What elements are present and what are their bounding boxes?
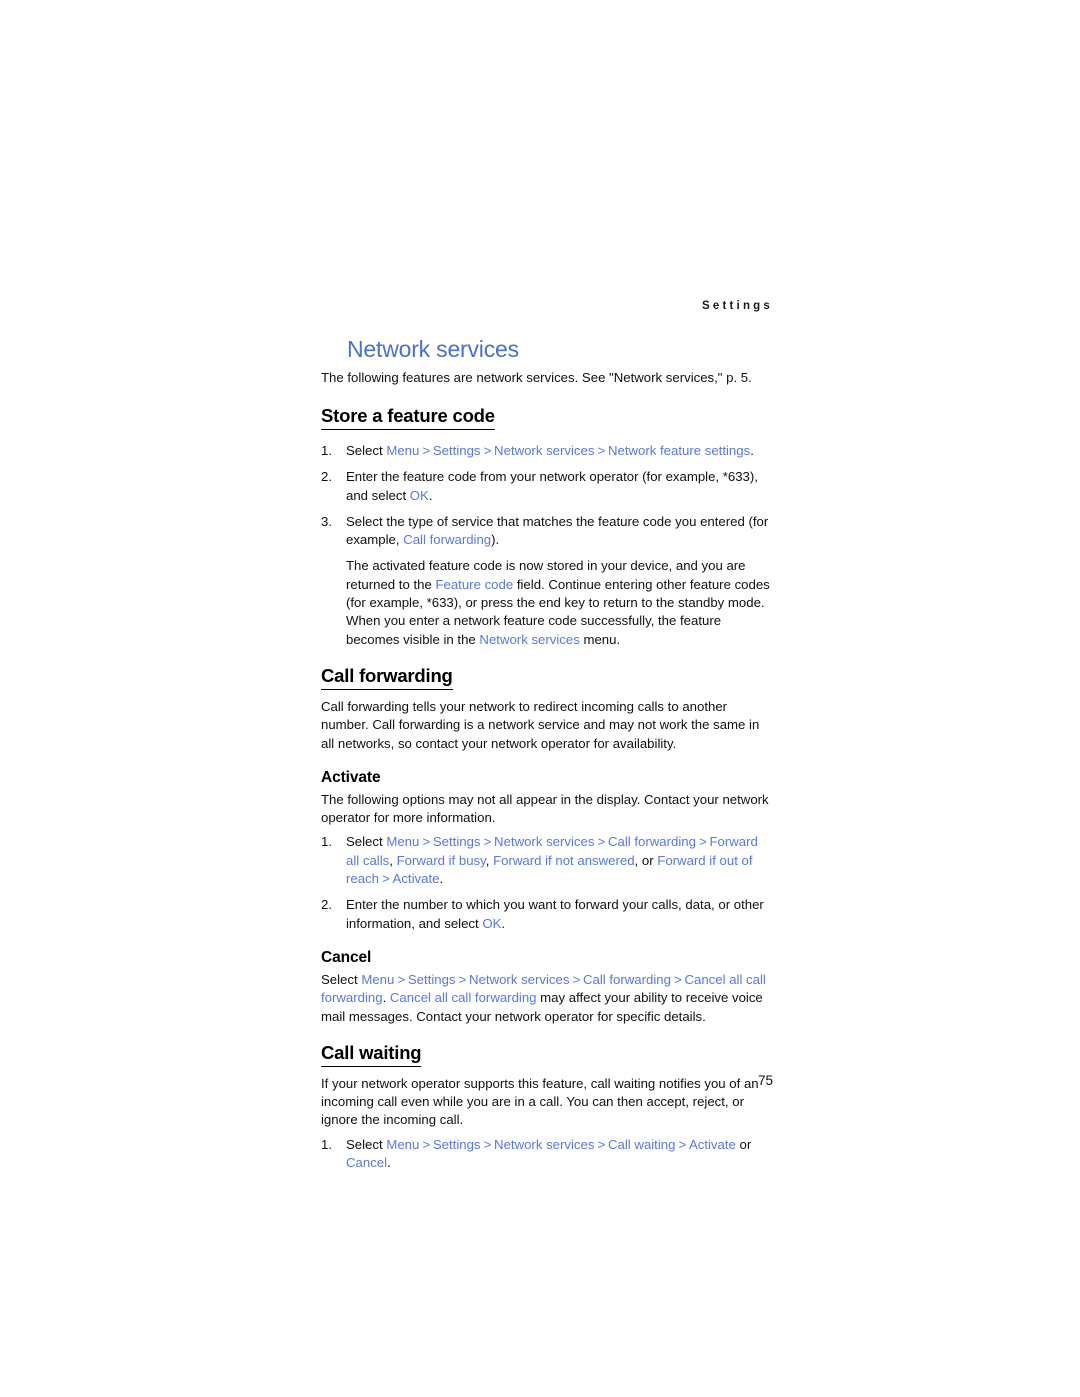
text-run: . bbox=[750, 443, 754, 458]
menu-path-arrow: > bbox=[480, 1136, 495, 1152]
list-item: Enter the number to which you want to fo… bbox=[321, 896, 773, 933]
text-run: . bbox=[387, 1155, 391, 1171]
page-content: Settings Network services The following … bbox=[321, 300, 773, 1180]
page-number: 75 bbox=[757, 1073, 773, 1088]
ui-reference: Settings bbox=[432, 1136, 481, 1152]
ui-reference: Call forwarding bbox=[403, 532, 492, 548]
ui-reference: Menu bbox=[386, 443, 420, 458]
text-run: , bbox=[389, 852, 397, 868]
subsection-heading-cancel: Cancel bbox=[321, 948, 372, 966]
ui-reference: Forward if not answered bbox=[493, 852, 635, 868]
page-title: Network services bbox=[347, 336, 519, 362]
text-run: Select bbox=[321, 971, 362, 987]
menu-path-arrow: > bbox=[480, 443, 495, 458]
menu-path-arrow: > bbox=[419, 834, 433, 850]
ui-reference: Call waiting bbox=[607, 1136, 676, 1152]
manual-page: Settings Network services The following … bbox=[0, 0, 1080, 1397]
ui-reference: Call forwarding bbox=[607, 834, 696, 850]
menu-path-arrow: > bbox=[419, 443, 433, 458]
section-call-waiting: Call waiting If your network operator su… bbox=[321, 1042, 773, 1172]
menu-path-arrow: > bbox=[675, 1136, 689, 1152]
ui-reference: Settings bbox=[432, 443, 481, 458]
steps-list: Select Menu > Settings > Network service… bbox=[321, 1136, 773, 1173]
ui-reference: Activate bbox=[392, 871, 440, 887]
text-run: Select bbox=[346, 443, 387, 458]
list-item: Select Menu > Settings > Network service… bbox=[321, 833, 773, 888]
menu-path-arrow: > bbox=[394, 971, 408, 987]
list-item: Select Menu > Settings > Network service… bbox=[321, 1136, 773, 1173]
list-item: Enter the feature code from your network… bbox=[321, 468, 773, 505]
text-run: or bbox=[735, 1136, 752, 1152]
ui-reference: Settings bbox=[407, 971, 456, 987]
menu-path-arrow: > bbox=[670, 971, 685, 987]
text-run: . bbox=[501, 915, 506, 931]
section-body: Call forwarding tells your network to re… bbox=[321, 698, 760, 751]
text-run: . bbox=[439, 871, 444, 887]
subsection-body: The following options may not all appear… bbox=[321, 791, 769, 826]
steps-list: Select Menu > Settings > Network service… bbox=[321, 442, 773, 549]
running-head: Settings bbox=[702, 300, 773, 312]
text-run: , bbox=[485, 852, 494, 868]
ui-reference: Menu bbox=[386, 834, 420, 850]
steps-list: Select Menu > Settings > Network service… bbox=[321, 833, 773, 932]
ui-reference: Network services bbox=[494, 1136, 595, 1152]
text-run: , or bbox=[634, 852, 658, 868]
ui-reference: OK bbox=[409, 487, 429, 503]
menu-path-arrow: > bbox=[594, 443, 608, 458]
ui-reference: Menu bbox=[386, 1136, 420, 1152]
menu-path-arrow: > bbox=[695, 834, 710, 850]
menu-path-arrow: > bbox=[594, 1136, 608, 1152]
list-item: Select the type of service that matches … bbox=[321, 513, 773, 550]
subsection-heading-activate: Activate bbox=[321, 768, 381, 786]
text-run: Select bbox=[346, 834, 387, 850]
menu-path-arrow: > bbox=[594, 834, 608, 850]
section-heading: Store a feature code bbox=[321, 405, 495, 430]
ui-reference: Activate bbox=[688, 1136, 736, 1152]
ui-reference: Network services bbox=[494, 834, 595, 850]
continuation-paragraph: The activated feature code is now stored… bbox=[346, 557, 773, 648]
list-item: Select Menu > Settings > Network service… bbox=[321, 442, 773, 461]
ui-reference: Settings bbox=[432, 834, 481, 850]
menu-path-arrow: > bbox=[569, 971, 583, 987]
text-run: . bbox=[428, 487, 433, 503]
ui-reference: Cancel all call forwarding bbox=[389, 990, 537, 1006]
ui-reference: Call forwarding bbox=[582, 971, 671, 987]
text-run: Select bbox=[346, 1136, 387, 1152]
ui-reference: Network feature settings bbox=[607, 443, 751, 458]
text-run: menu. bbox=[579, 631, 621, 647]
subsection-paragraph: Select Menu > Settings > Network service… bbox=[321, 971, 773, 1026]
intro-paragraph: The following features are network servi… bbox=[321, 370, 752, 385]
section-call-forwarding: Call forwarding Call forwarding tells yo… bbox=[321, 665, 773, 1026]
menu-path-arrow: > bbox=[480, 834, 495, 850]
ui-reference: Network services bbox=[479, 631, 580, 647]
section-heading: Call waiting bbox=[321, 1042, 422, 1067]
section-heading: Call forwarding bbox=[321, 665, 453, 690]
ui-reference: Network services bbox=[469, 971, 570, 987]
section-store-a-feature-code: Store a feature code Select Menu > Setti… bbox=[321, 405, 773, 649]
ui-reference: Feature code bbox=[435, 576, 514, 592]
text-run: Enter the feature code from your network… bbox=[346, 469, 758, 503]
text-run: Enter the number to which you want to fo… bbox=[346, 897, 764, 931]
menu-path-arrow: > bbox=[419, 1136, 433, 1152]
menu-path-arrow: > bbox=[379, 871, 393, 887]
ui-reference: OK bbox=[482, 915, 502, 931]
ui-reference: Forward if busy bbox=[396, 852, 486, 868]
menu-path-arrow: > bbox=[455, 971, 470, 987]
ui-reference: Menu bbox=[361, 971, 395, 987]
text-run: . bbox=[382, 990, 390, 1006]
ui-reference: Network services bbox=[494, 443, 595, 458]
ui-reference: Cancel bbox=[346, 1155, 388, 1171]
text-run: ). bbox=[491, 532, 500, 548]
